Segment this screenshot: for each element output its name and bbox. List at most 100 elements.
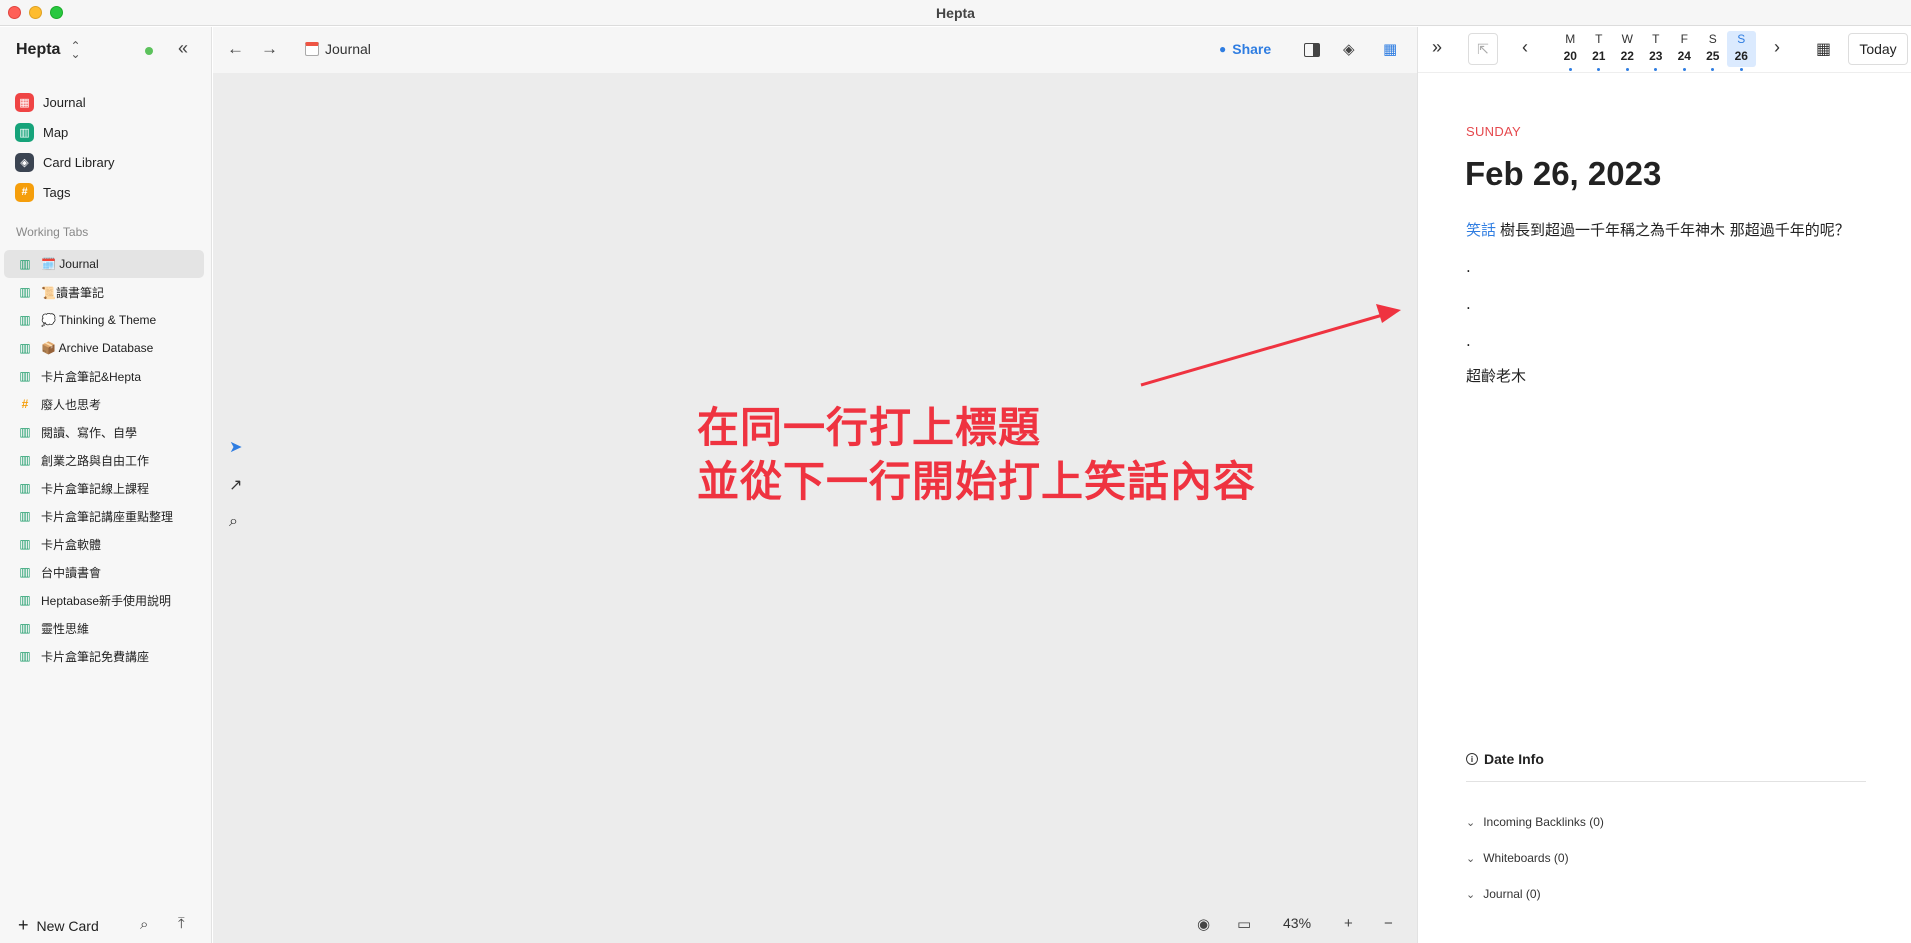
arrow-up-bar-icon[interactable]: ⤒: [178, 915, 185, 932]
working-tab[interactable]: ▥ 💭 Thinking & Theme: [4, 306, 204, 334]
dot-line: .: [1466, 332, 1471, 350]
collapse-sidebar-button[interactable]: «: [178, 38, 188, 59]
sidebar-item-map[interactable]: ▥ Map: [15, 117, 205, 147]
working-tab-label: 閱讀、寫作、自學: [41, 425, 138, 440]
tag-link[interactable]: 笑話: [1466, 221, 1496, 239]
working-tab[interactable]: ▥ 📜讀書筆記: [4, 278, 204, 306]
previous-week-button[interactable]: ‹: [1522, 37, 1528, 58]
day-cell[interactable]: T 23: [1642, 31, 1671, 71]
map-icon: ▥: [19, 369, 31, 383]
journal-editor[interactable]: 笑話 樹長到超過一千年稱之為千年神木 那超過千年的呢？ . . . 超齡老木: [1466, 217, 1876, 389]
joke-question: 樹長到超過一千年稱之為千年神木 那超過千年的呢？: [1500, 221, 1850, 239]
sidebar-item-label: Card Library: [43, 154, 115, 170]
day-letter: M: [1565, 32, 1576, 46]
sync-status-dot: [145, 47, 153, 55]
has-entry-dot: [1739, 68, 1743, 71]
day-letter: W: [1621, 32, 1633, 46]
working-tab[interactable]: ▥ 卡片盒筆記講座重點整理: [4, 502, 204, 530]
dot-line: .: [1466, 258, 1471, 276]
whiteboard-canvas[interactable]: ← → Journal ● Share ◈ ▦ ➤ ↗ ⌕ 在同一行打上標題 並…: [213, 27, 1417, 943]
day-cell[interactable]: W 22: [1613, 31, 1642, 71]
sidebar-item-label: Tags: [43, 184, 71, 200]
working-tab-label: 卡片盒筆記線上課程: [41, 481, 150, 496]
working-tab[interactable]: ▥ 卡片盒軟體: [4, 530, 204, 558]
new-card-button[interactable]: + New Card: [18, 915, 99, 936]
working-tab[interactable]: # 廢人也思考: [4, 390, 204, 418]
zoom-window-button[interactable]: [50, 6, 63, 19]
day-cell[interactable]: S 25: [1699, 31, 1728, 71]
working-tab-label: Heptabase新手使用說明: [41, 593, 172, 608]
working-tab[interactable]: ▥ 台中讀書會: [4, 558, 204, 586]
new-card-label: New Card: [36, 917, 99, 934]
sidebar-item-tags[interactable]: # Tags: [15, 177, 205, 207]
incoming-backlinks-section[interactable]: ⌄ Incoming Backlinks (0): [1466, 815, 1604, 829]
date-info-header: i Date Info: [1466, 751, 1866, 782]
zoom-out-icon[interactable]: −: [1384, 915, 1393, 932]
map-icon: ▥: [19, 593, 31, 607]
journal-panel: » ⇱ ‹ M 20 T 21 W 22 T 23 F 24 S 25 S 26 › ▦ To…: [1417, 27, 1911, 943]
minimize-panel-icon[interactable]: ⇱: [1468, 33, 1498, 65]
workspace-switcher[interactable]: Hepta ⌃ ⌄: [16, 39, 81, 61]
plus-icon: +: [18, 915, 29, 935]
has-entry-dot: [1682, 68, 1686, 71]
calendar-icon[interactable]: ▦: [1816, 39, 1831, 59]
working-tab-label: 卡片盒筆記講座重點整理: [41, 509, 174, 524]
chevron-down-icon: ⌄: [1466, 816, 1476, 829]
today-button[interactable]: Today: [1848, 33, 1908, 65]
working-tab[interactable]: ▥ 📦 Archive Database: [4, 334, 204, 362]
sidebar-item-label: Journal: [43, 94, 86, 110]
day-cell-selected[interactable]: S 26: [1727, 31, 1756, 71]
day-number: 21: [1592, 49, 1606, 63]
sidebar: Hepta ⌃ ⌄ « ▦ Journal ▥ Map ◈ Card Librar…: [0, 27, 212, 943]
working-tab[interactable]: ▥ 創業之路與自由工作: [4, 446, 204, 474]
day-letter: S: [1708, 32, 1717, 46]
working-tab-label: 台中讀書會: [41, 565, 102, 580]
chevron-updown-icon: ⌃ ⌄: [70, 39, 81, 61]
working-tab[interactable]: ▥ 卡片盒筆記&Hepta: [4, 362, 204, 390]
working-tab-label: 📜讀書筆記: [41, 285, 104, 300]
working-tab[interactable]: ▥ 靈性思維: [4, 614, 204, 642]
whiteboards-section[interactable]: ⌄ Whiteboards (0): [1466, 851, 1569, 865]
map-icon: ▥: [19, 285, 31, 299]
close-window-button[interactable]: [8, 6, 21, 19]
eye-icon[interactable]: ◉: [1197, 915, 1210, 933]
section-label: Journal (0): [1483, 887, 1541, 901]
laptop-icon[interactable]: ▭: [1237, 915, 1251, 933]
sidebar-item-journal[interactable]: ▦ Journal: [15, 87, 205, 117]
day-letter: F: [1680, 32, 1688, 46]
sidebar-item-card-library[interactable]: ◈ Card Library: [15, 147, 205, 177]
day-cell[interactable]: F 24: [1670, 31, 1699, 71]
working-tab[interactable]: ▥ Heptabase新手使用說明: [4, 586, 204, 614]
working-tab[interactable]: ▥ 閱讀、寫作、自學: [4, 418, 204, 446]
working-tabs-list: ▥ 🗓️ Journal ▥ 📜讀書筆記 ▥ 💭 Thinking & Theme ▥…: [4, 250, 204, 670]
working-tab[interactable]: ▥ 卡片盒筆記免費講座: [4, 642, 204, 670]
working-tab[interactable]: ▥ 卡片盒筆記線上課程: [4, 474, 204, 502]
zoom-in-icon[interactable]: +: [1344, 915, 1353, 932]
map-icon: ▥: [19, 313, 31, 327]
has-entry-dot: [1568, 68, 1572, 71]
expand-panel-icon[interactable]: »: [1432, 37, 1442, 58]
sidebar-item-label: Map: [43, 124, 69, 140]
working-tab[interactable]: ▥ 🗓️ Journal: [4, 250, 204, 278]
working-tab-label: 創業之路與自由工作: [41, 453, 150, 468]
working-tab-label: 卡片盒軟體: [41, 537, 102, 552]
hash-icon: #: [21, 397, 29, 411]
annotation-text: 在同一行打上標題 並從下一行開始打上笑話內容: [697, 401, 1256, 509]
section-label: Incoming Backlinks (0): [1483, 815, 1604, 829]
annotation-line: 在同一行打上標題: [697, 403, 1042, 452]
hash-icon: #: [15, 182, 34, 202]
day-number: 20: [1563, 49, 1577, 63]
zoom-level[interactable]: 43%: [1283, 915, 1311, 931]
day-cell[interactable]: T 21: [1585, 31, 1614, 71]
day-cell[interactable]: M 20: [1556, 31, 1585, 71]
working-tab-label: 卡片盒筆記免費講座: [41, 649, 150, 664]
journal-section[interactable]: ⌄ Journal (0): [1466, 887, 1541, 901]
next-week-button[interactable]: ›: [1774, 37, 1780, 58]
minimize-window-button[interactable]: [29, 6, 42, 19]
window-title: Hepta: [936, 4, 975, 21]
map-icon: ▥: [19, 341, 31, 355]
map-icon: ▥: [15, 122, 34, 142]
title-bar: Hepta: [0, 0, 1911, 26]
search-icon[interactable]: ⌕: [140, 916, 148, 933]
journal-toolbar: » ⇱ ‹ M 20 T 21 W 22 T 23 F 24 S 25 S 26 › ▦ To…: [1418, 27, 1911, 73]
